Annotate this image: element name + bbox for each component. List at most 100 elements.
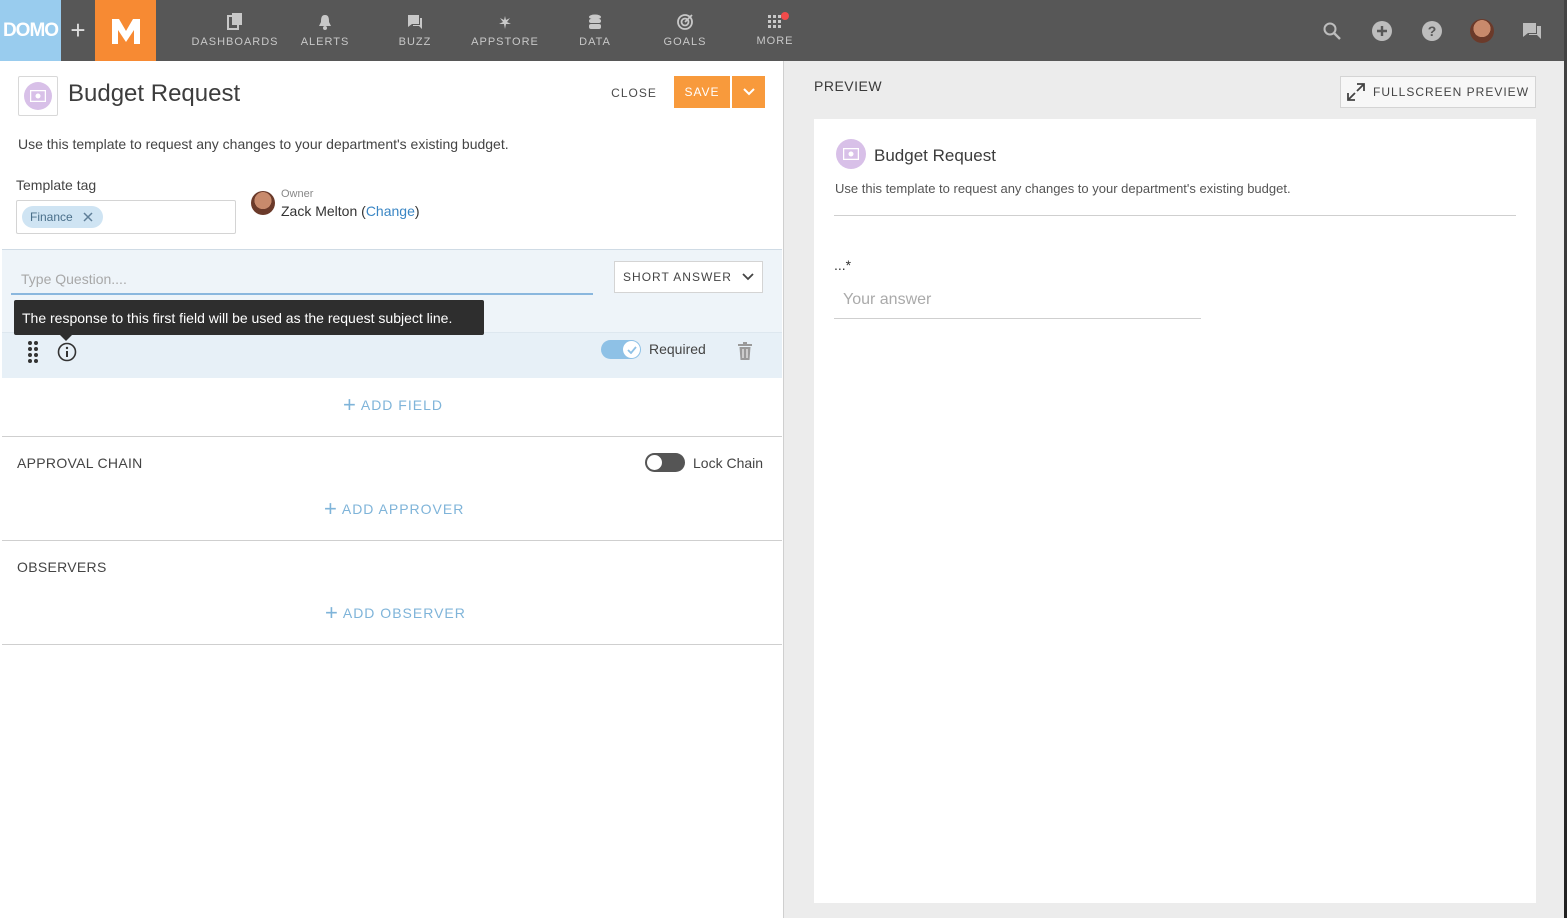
appstore-icon	[499, 15, 511, 29]
nav-buzz-label: BUZZ	[398, 35, 432, 48]
nav-alerts-label: ALERTS	[300, 35, 350, 48]
check-icon	[626, 345, 637, 354]
save-button[interactable]: SAVE	[674, 76, 730, 108]
nav-data-label: DATA	[579, 35, 611, 48]
nav-appstore[interactable]: APPSTORE	[460, 0, 550, 61]
add-approver-button[interactable]: + ADD APPROVER	[324, 496, 465, 521]
template-icon-box[interactable]	[18, 76, 58, 116]
user-avatar	[1470, 18, 1494, 43]
m-logo[interactable]	[95, 0, 156, 61]
add-field-label: ADD FIELD	[360, 397, 443, 413]
drag-handle-icon[interactable]	[27, 340, 39, 364]
lock-chain-label: Lock Chain	[693, 455, 764, 471]
subject-line-tooltip: The response to this first field will be…	[14, 300, 484, 341]
tag-chip-label: Finance	[30, 210, 73, 224]
top-nav-bar: DOMO + DASHBOARDS ALERTS BUZZ APPSTORE D…	[0, 0, 1567, 61]
preview-title: Budget Request	[874, 146, 996, 165]
approval-chain-heading: APPROVAL CHAIN	[17, 455, 143, 471]
chevron-down-icon	[742, 88, 755, 96]
domo-logo-text: DOMO	[2, 19, 59, 41]
add-observer-label: ADD OBSERVER	[342, 605, 466, 621]
add-approver-label: ADD APPROVER	[341, 501, 465, 517]
divider	[2, 644, 782, 645]
grid-icon	[768, 14, 781, 28]
nav-goals[interactable]: GOALS	[640, 0, 730, 61]
preview-question-label: ...*	[834, 257, 852, 273]
search-icon	[1323, 22, 1341, 40]
trash-icon[interactable]	[737, 342, 753, 360]
owner-name-text: Zack Melton	[281, 203, 358, 219]
answer-type-dropdown[interactable]: SHORT ANSWER	[614, 261, 763, 293]
main-nav: DASHBOARDS ALERTS BUZZ APPSTORE DATA GOA…	[190, 0, 820, 61]
nav-buzz[interactable]: BUZZ	[370, 0, 460, 61]
notification-dot	[781, 12, 789, 20]
add-field-button[interactable]: + ADD FIELD	[343, 392, 443, 417]
nav-alerts[interactable]: ALERTS	[280, 0, 370, 61]
svg-text:?: ?	[1428, 23, 1437, 39]
observers-heading: OBSERVERS	[17, 559, 107, 575]
money-icon	[836, 139, 866, 169]
chevron-down-icon	[742, 273, 754, 281]
add-button[interactable]	[1357, 20, 1407, 41]
dashboards-icon	[227, 13, 242, 30]
nav-right-tools: ?	[1307, 0, 1567, 61]
template-description[interactable]: Use this template to request any changes…	[18, 136, 509, 152]
remove-tag-icon[interactable]	[83, 212, 93, 222]
required-toggle[interactable]	[601, 340, 641, 359]
plus-icon: +	[325, 600, 339, 625]
fullscreen-preview-label: FULLSCREEN PREVIEW	[1372, 85, 1530, 99]
help-button[interactable]: ?	[1407, 20, 1457, 41]
nav-more[interactable]: MORE	[730, 0, 820, 61]
template-tag-input[interactable]: Finance	[16, 200, 236, 234]
chat-icon	[408, 14, 422, 29]
template-tag-label: Template tag	[16, 177, 97, 193]
divider	[2, 436, 782, 437]
owner-avatar	[251, 191, 275, 215]
bell-icon	[319, 14, 331, 30]
domo-logo[interactable]: DOMO	[0, 0, 61, 61]
nav-dashboards-label: DASHBOARDS	[191, 36, 279, 48]
preview-card: Budget Request Use this template to requ…	[814, 119, 1536, 903]
nav-dashboards[interactable]: DASHBOARDS	[190, 0, 280, 61]
tag-chip: Finance	[22, 206, 103, 228]
required-label: Required	[649, 341, 706, 357]
target-icon	[676, 14, 693, 30]
help-icon: ?	[1422, 20, 1442, 41]
chat-bubbles-icon	[1523, 22, 1541, 39]
database-icon	[589, 14, 601, 29]
add-circle-icon	[1372, 20, 1392, 41]
search-button[interactable]	[1307, 22, 1357, 40]
preview-divider	[834, 215, 1516, 216]
owner-label: Owner	[281, 188, 314, 200]
nav-appstore-label: APPSTORE	[471, 35, 539, 48]
save-options-button[interactable]	[732, 76, 765, 108]
answer-type-label: SHORT ANSWER	[623, 270, 732, 284]
info-icon[interactable]	[57, 342, 77, 362]
profile-button[interactable]	[1457, 18, 1507, 43]
question-input[interactable]: Type Question....	[11, 261, 593, 295]
plus-icon: +	[324, 496, 338, 521]
preview-answer-input[interactable]: Your answer	[834, 289, 1201, 319]
expand-icon	[1347, 83, 1365, 101]
plus-separator: +	[70, 15, 86, 45]
nav-goals-label: GOALS	[663, 36, 707, 48]
preview-heading: PREVIEW	[814, 78, 883, 94]
template-title[interactable]: Budget Request	[68, 80, 240, 108]
change-owner-link[interactable]: Change	[366, 203, 415, 219]
add-observer-button[interactable]: + ADD OBSERVER	[325, 600, 466, 625]
divider	[2, 540, 782, 541]
template-editor-panel: Budget Request CLOSE SAVE Use this templ…	[0, 61, 784, 918]
toggle-knob	[647, 455, 662, 470]
buzz-chat-button[interactable]	[1507, 22, 1557, 40]
nav-data[interactable]: DATA	[550, 0, 640, 61]
fullscreen-preview-button[interactable]: FULLSCREEN PREVIEW	[1340, 76, 1536, 108]
nav-more-label: MORE	[756, 34, 794, 47]
plus-icon: +	[343, 392, 357, 417]
preview-panel: PREVIEW FULLSCREEN PREVIEW Budget Reques…	[784, 61, 1567, 918]
lock-chain-toggle[interactable]	[645, 453, 685, 472]
close-button[interactable]: CLOSE	[604, 83, 664, 103]
preview-description: Use this template to request any changes…	[835, 181, 1291, 196]
toggle-knob	[623, 341, 640, 358]
owner-name: Zack Melton (Change)	[281, 203, 420, 219]
money-icon	[24, 82, 52, 110]
